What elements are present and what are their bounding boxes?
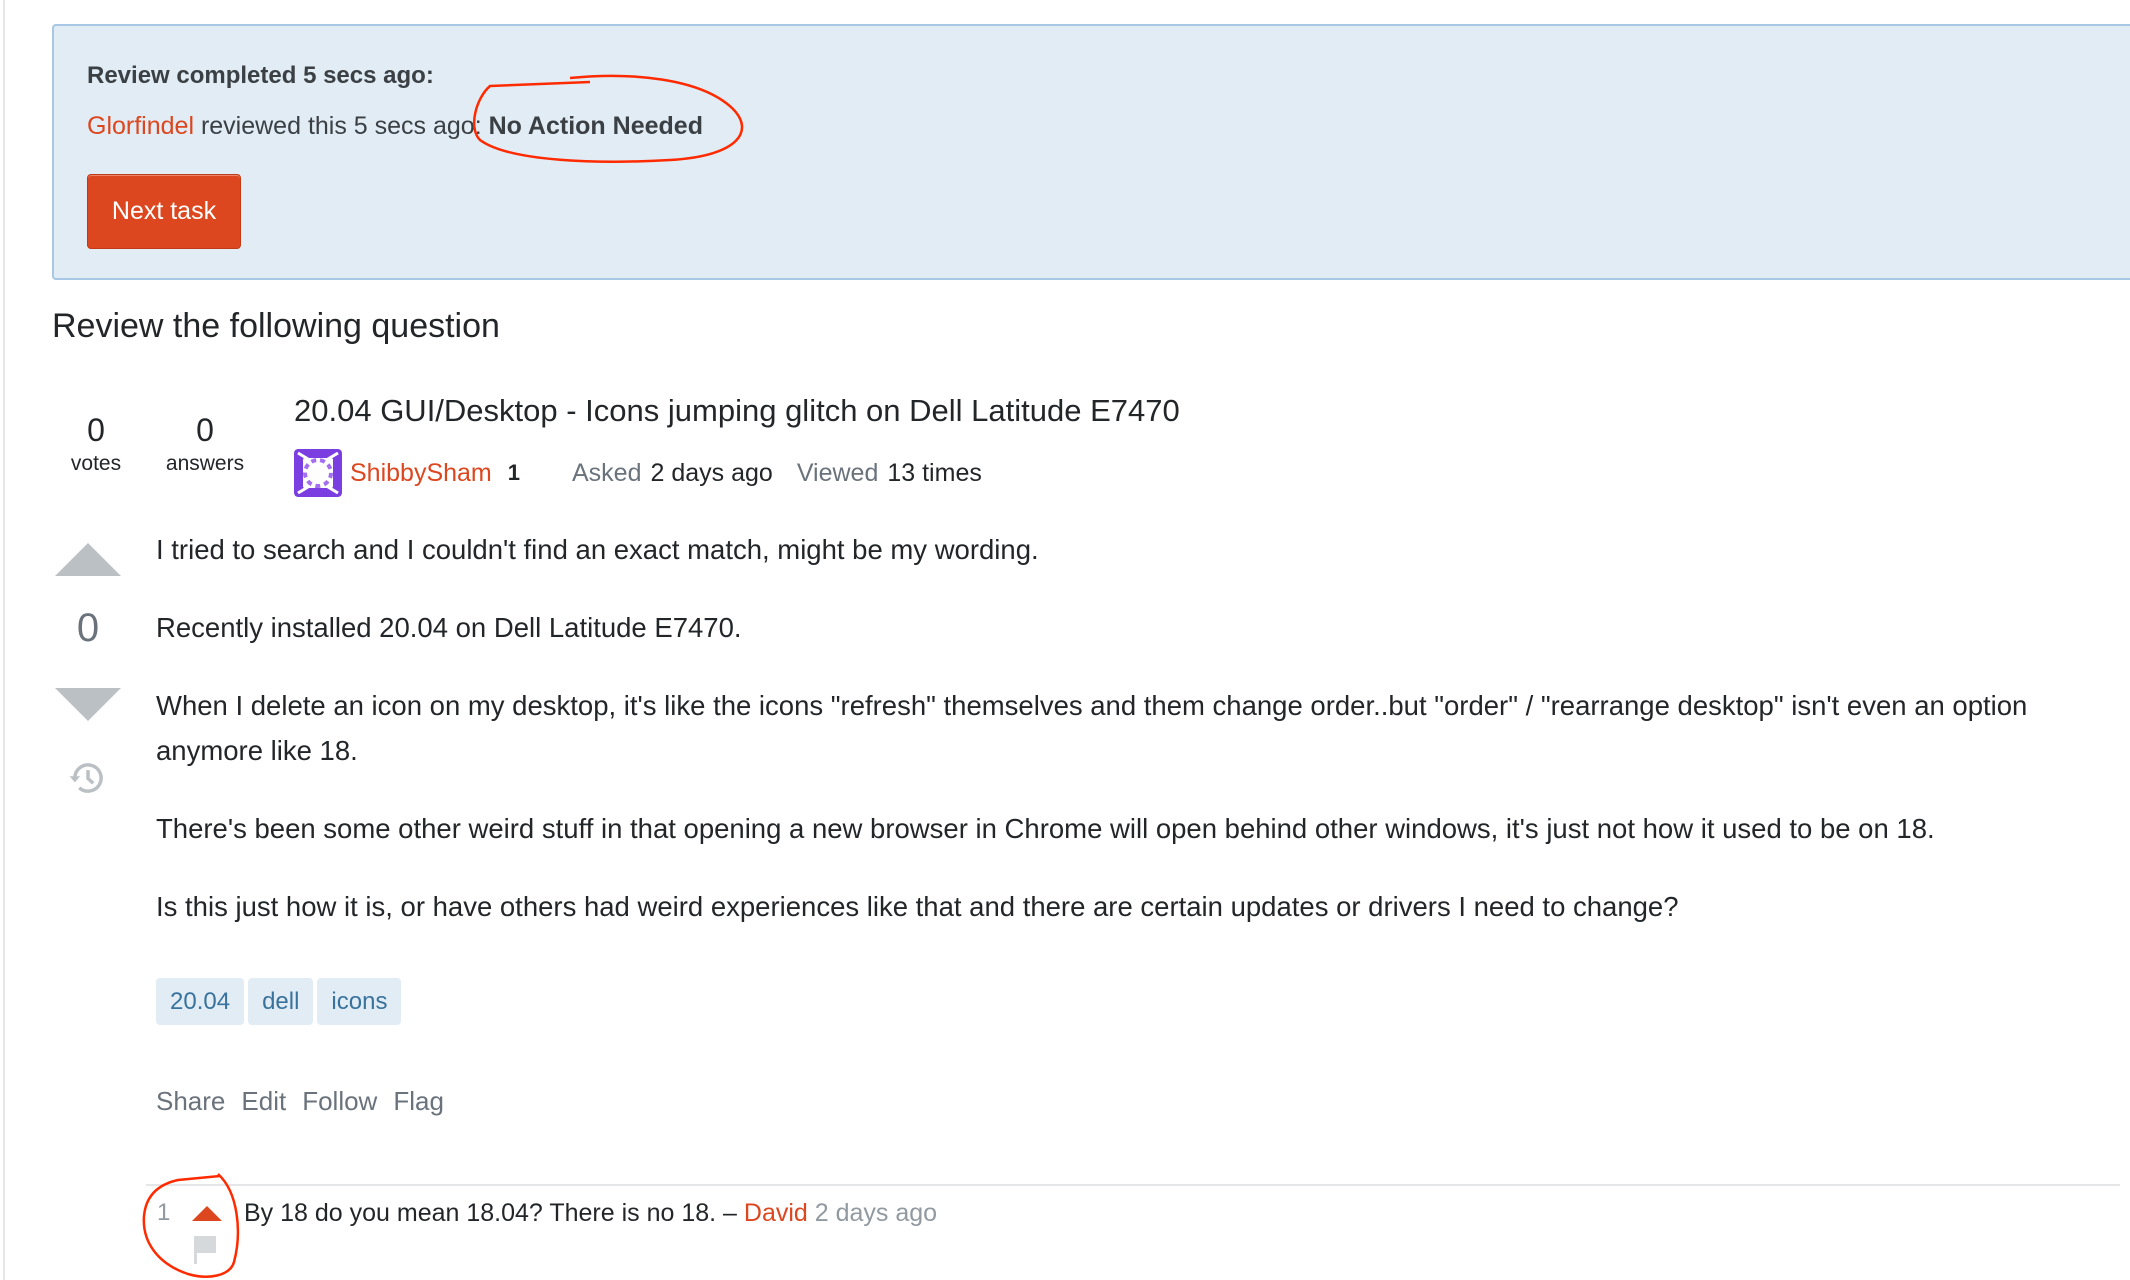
- body-paragraph: There's been some other weird stuff in t…: [156, 813, 1935, 844]
- comment-upvote-icon[interactable]: [192, 1206, 222, 1221]
- vote-down-icon[interactable]: [55, 688, 121, 721]
- edit-link[interactable]: Edit: [241, 1086, 286, 1117]
- reviewer-line: Glorfindel reviewed this 5 secs ago: No …: [87, 112, 703, 141]
- tag-20-04[interactable]: 20.04: [156, 978, 245, 1025]
- votes-stat: 0 votes: [41, 410, 151, 478]
- page-left-border: [3, 0, 5, 1280]
- body-paragraph: I tried to search and I couldn't find an…: [156, 534, 1039, 565]
- reviewer-link[interactable]: Glorfindel: [87, 112, 194, 140]
- flag-link[interactable]: Flag: [393, 1086, 444, 1117]
- answers-stat: 0 answers: [150, 410, 260, 478]
- author-name[interactable]: ShibbySham: [350, 459, 492, 488]
- body-paragraph: Recently installed 20.04 on Dell Latitud…: [156, 612, 742, 643]
- comments-divider: [146, 1184, 2120, 1186]
- tag-list: 20.04 dell icons: [156, 978, 402, 1025]
- answers-label: answers: [165, 452, 245, 475]
- answers-count: 0: [196, 412, 214, 448]
- comment-date: 2 days ago: [807, 1199, 938, 1227]
- section-heading: Review the following question: [52, 307, 500, 345]
- tag-icons[interactable]: icons: [317, 978, 402, 1025]
- asked-label: Asked: [572, 458, 642, 487]
- history-icon[interactable]: [67, 757, 109, 799]
- asked-value: 2 days ago: [650, 458, 773, 487]
- votes-count: 0: [87, 412, 105, 448]
- annotation-circle-comment-vote: [142, 1173, 240, 1278]
- question-author-row: ShibbySham 1 Asked 2 days ago Viewed 13 …: [294, 448, 982, 498]
- comment-score: 1: [157, 1199, 171, 1226]
- next-task-button[interactable]: Next task: [87, 174, 241, 249]
- vote-up-icon[interactable]: [55, 543, 121, 576]
- author-reputation: 1: [507, 460, 520, 485]
- body-paragraph: When I delete an icon on my desktop, it'…: [156, 690, 2028, 766]
- comment-text: By 18 do you mean 18.04? There is no 18.…: [244, 1199, 744, 1227]
- comment: By 18 do you mean 18.04? There is no 18.…: [244, 1199, 937, 1228]
- review-outcome: No Action Needed: [488, 112, 703, 140]
- viewed-label: Viewed: [796, 458, 879, 487]
- comment-user-link[interactable]: David: [744, 1199, 808, 1227]
- tag-dell[interactable]: dell: [248, 978, 314, 1025]
- body-paragraph: Is this just how it is, or have others h…: [156, 891, 1679, 922]
- comment-flag-icon[interactable]: [194, 1236, 216, 1264]
- author-avatar[interactable]: [294, 449, 342, 497]
- follow-link[interactable]: Follow: [302, 1086, 377, 1117]
- question-title[interactable]: 20.04 GUI/Desktop - Icons jumping glitch…: [294, 393, 1180, 429]
- reviewed-text: reviewed this 5 secs ago:: [194, 112, 489, 140]
- question-body: I tried to search and I couldn't find an…: [156, 527, 2116, 962]
- share-link[interactable]: Share: [156, 1086, 225, 1117]
- votes-label: votes: [70, 452, 122, 475]
- viewed-value: 13 times: [887, 458, 982, 487]
- post-menu: Share Edit Follow Flag: [156, 1086, 444, 1117]
- review-completed-title: Review completed 5 secs ago:: [87, 62, 434, 89]
- review-complete-notice: Review completed 5 secs ago: Glorfindel …: [52, 24, 2130, 280]
- question-score: 0: [76, 606, 100, 650]
